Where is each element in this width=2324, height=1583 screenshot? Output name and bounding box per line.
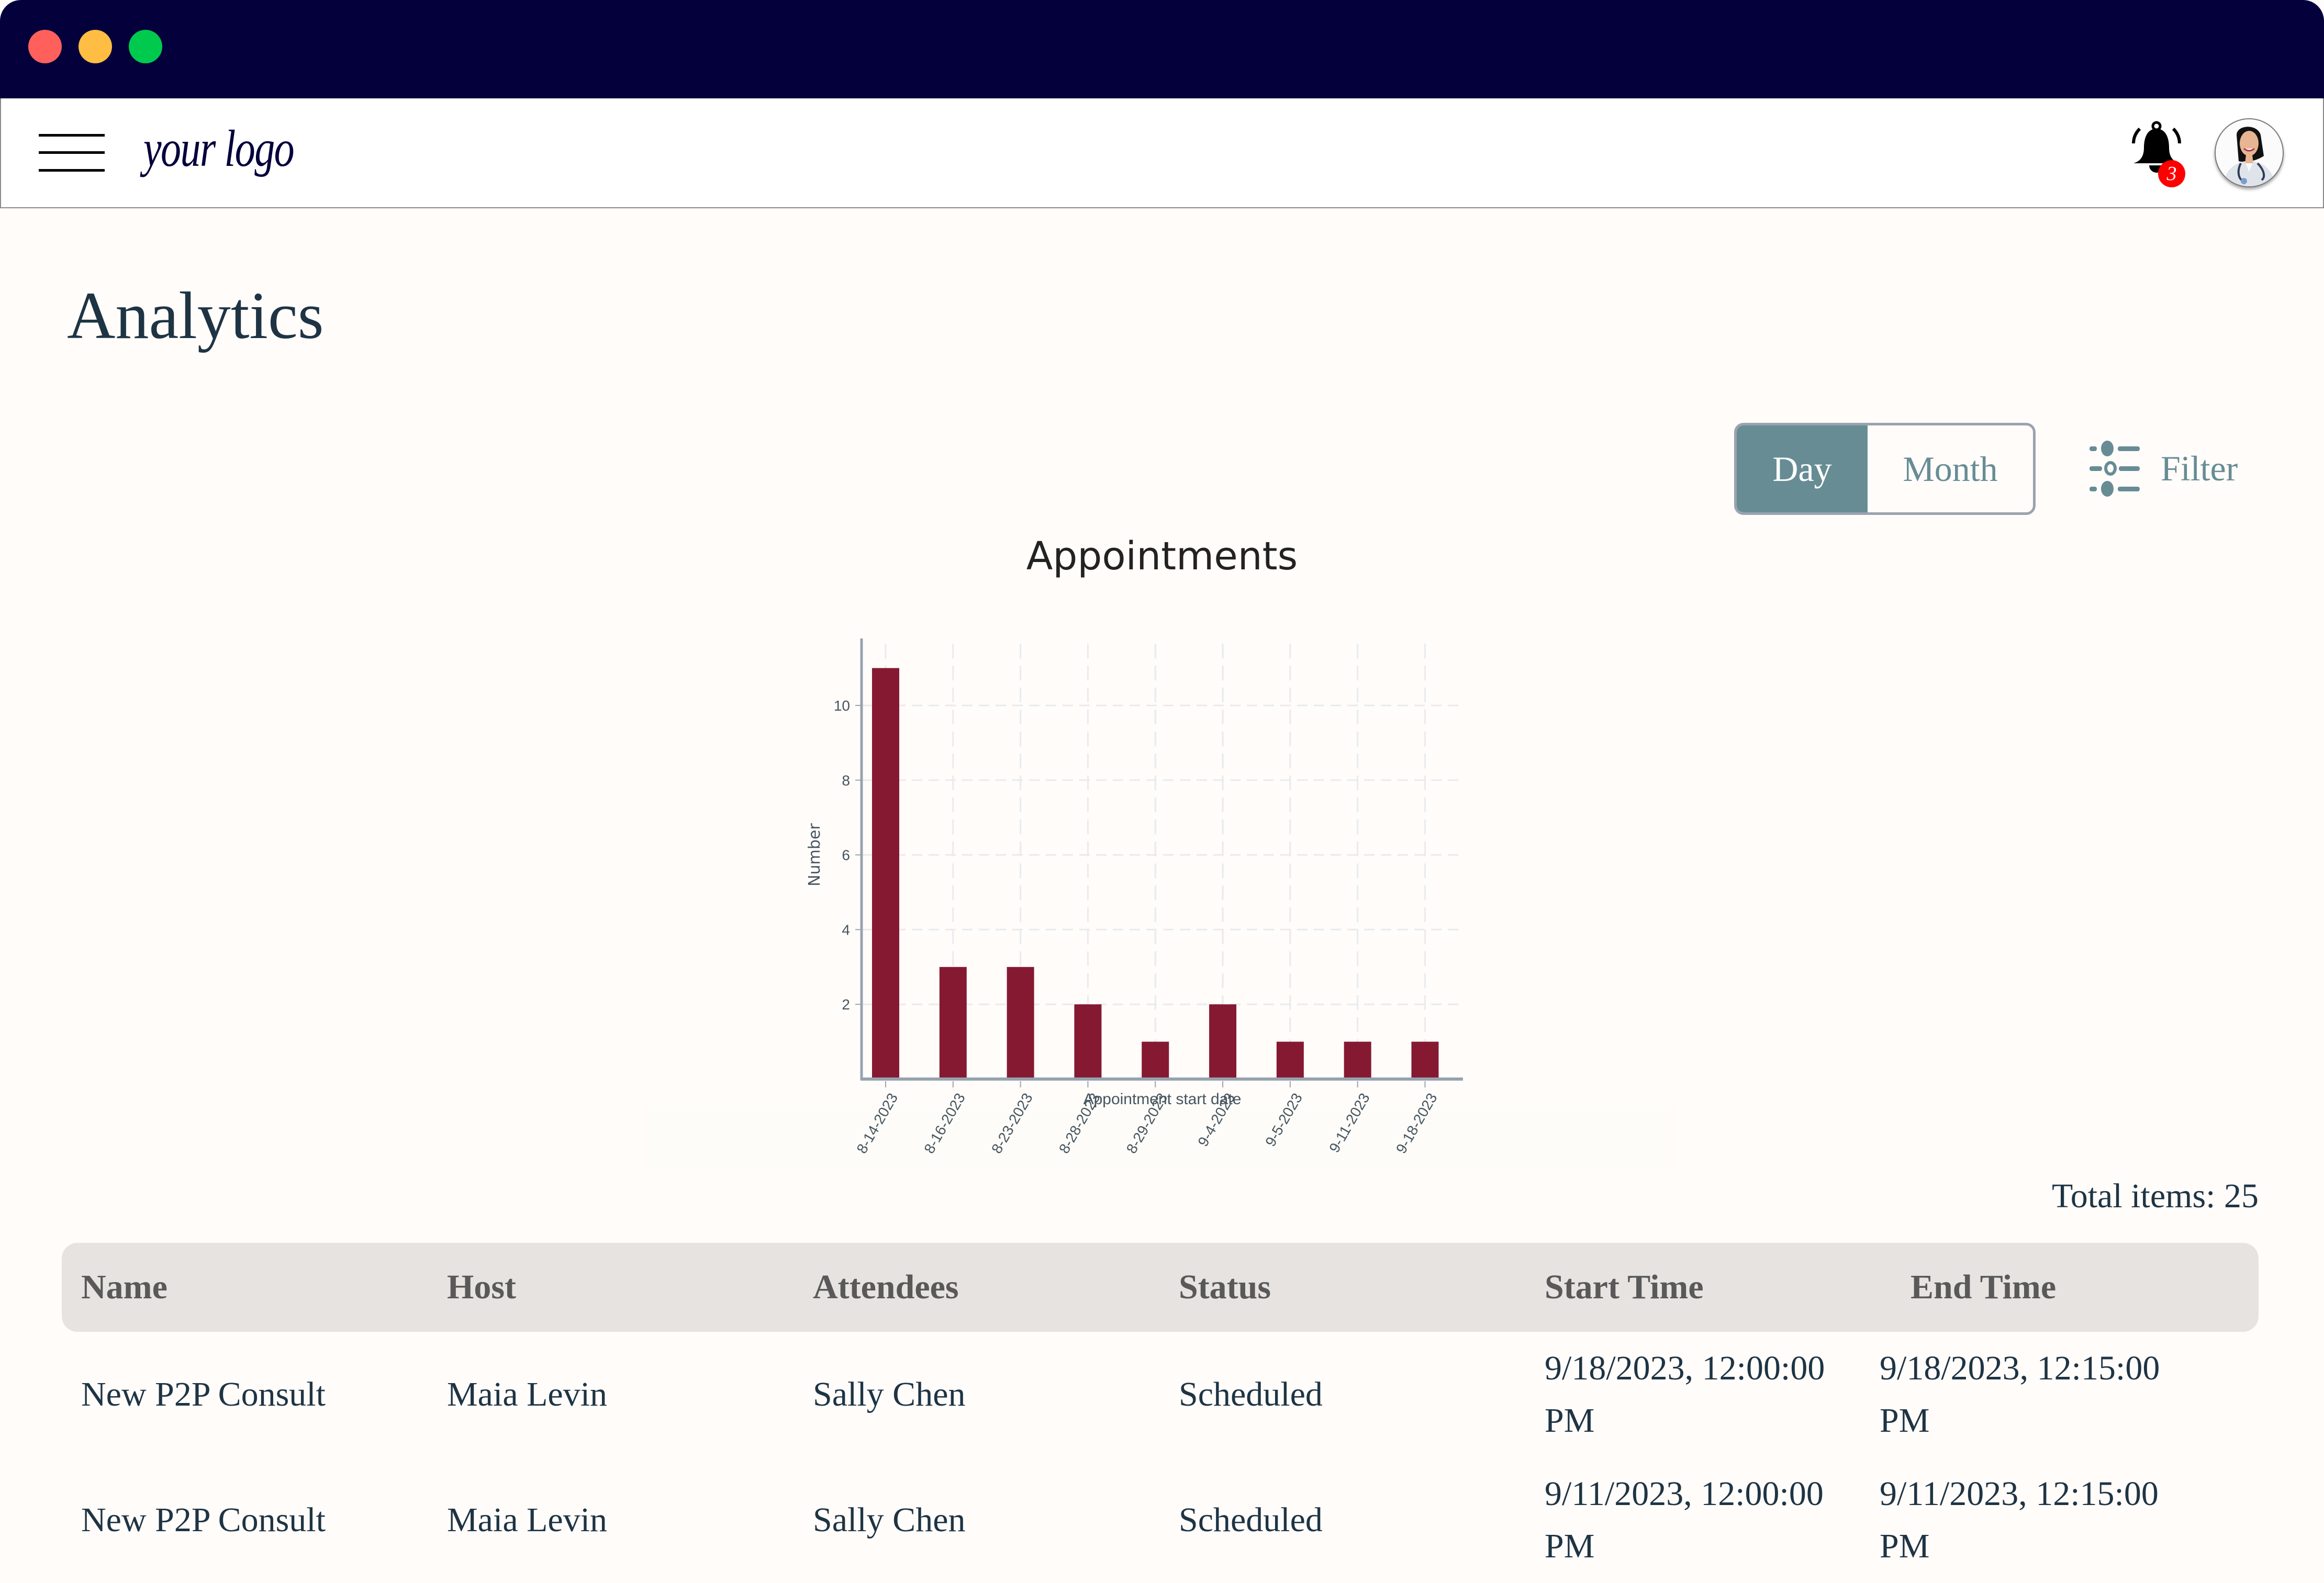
y-tick-label: 2 [842, 996, 850, 1013]
column-header-attendees[interactable]: Attendees [813, 1267, 1179, 1307]
maximize-window-button[interactable] [129, 30, 162, 63]
doctor-avatar-icon [2216, 119, 2283, 186]
appointments-chart: Appointments 2 4 6 8 10 8-14-2023 8-16-2023 8-2… [646, 523, 1678, 1169]
bar-8-14-2023 [872, 668, 899, 1079]
hamburger-line [39, 134, 105, 137]
page-title: Analytics [67, 278, 324, 353]
bar-9-11-2023 [1344, 1041, 1371, 1079]
table-header-row: Name Host Attendees Status Start Time En… [62, 1243, 2259, 1332]
x-tick-label: 9-18-2023 [1393, 1091, 1440, 1157]
app-header: your logo 3 [0, 98, 2324, 208]
bar-8-16-2023 [939, 967, 967, 1079]
day-toggle-button[interactable]: Day [1737, 425, 1868, 512]
x-tick-label: 8-14-2023 [854, 1091, 901, 1157]
hamburger-line [39, 169, 105, 172]
minimize-window-button[interactable] [79, 30, 112, 63]
cell-end-time: 9/18/2023, 12:15:00 PM [1880, 1349, 2160, 1440]
cell-start-time: 9/18/2023, 12:00:00 PM [1545, 1349, 1825, 1440]
filter-button[interactable]: Filter [2088, 440, 2238, 497]
column-header-start-time[interactable]: Start Time [1545, 1267, 1910, 1307]
avatar[interactable] [2215, 118, 2284, 187]
table-row[interactable]: New P2P Consult Maia Levin Sally Chen Sc… [62, 1457, 2259, 1583]
window-titlebar [0, 0, 2324, 98]
bar-9-4-2023 [1209, 1004, 1237, 1079]
column-header-host[interactable]: Host [447, 1267, 813, 1307]
cell-host: Maia Levin [447, 1375, 608, 1413]
bar-8-23-2023 [1007, 967, 1034, 1079]
bar-8-28-2023 [1074, 1004, 1102, 1079]
close-window-button[interactable] [28, 30, 62, 63]
cell-end-time: 9/11/2023, 12:15:00 PM [1880, 1475, 2159, 1565]
column-header-status[interactable]: Status [1179, 1267, 1545, 1307]
notification-count-badge: 3 [2158, 160, 2185, 187]
y-tick-label: 8 [842, 772, 850, 789]
cell-host: Maia Levin [447, 1501, 608, 1539]
hamburger-line [39, 151, 105, 154]
filter-label: Filter [2161, 448, 2238, 488]
cell-name: New P2P Consult [81, 1501, 326, 1539]
month-toggle-button[interactable]: Month [1868, 425, 2033, 512]
bar-9-5-2023 [1276, 1041, 1304, 1079]
total-items-count: Total items: 25 [2051, 1177, 2259, 1215]
x-axis-label: Appointment start date [1083, 1091, 1242, 1108]
hamburger-menu-icon[interactable] [39, 134, 105, 174]
x-tick-label: 8-23-2023 [988, 1091, 1036, 1157]
column-header-name[interactable]: Name [81, 1267, 447, 1307]
x-tick-label: 8-16-2023 [921, 1091, 968, 1157]
table-row[interactable]: New P2P Consult Maia Levin Sally Chen Sc… [62, 1332, 2259, 1457]
y-axis-label: Number [806, 823, 824, 886]
bar-8-29-2023 [1142, 1041, 1169, 1079]
y-tick-label: 10 [834, 698, 850, 714]
sliders-icon [2090, 441, 2140, 497]
cell-start-time: 9/11/2023, 12:00:00 PM [1545, 1475, 1824, 1565]
bar-9-18-2023 [1411, 1041, 1439, 1079]
bar-chart-svg: 2468108-14-2023 8-16-2023 8-23-2023 8-28-20… [806, 638, 1463, 1157]
cell-name: New P2P Consult [81, 1375, 326, 1413]
logo[interactable]: your logo [143, 118, 295, 178]
column-header-end-time[interactable]: End Time [1910, 1267, 2204, 1307]
cell-attendees: Sally Chen [813, 1375, 966, 1413]
y-tick-label: 4 [842, 922, 850, 938]
appointments-table: Name Host Attendees Status Start Time En… [62, 1243, 2259, 1583]
x-tick-label: 9-11-2023 [1326, 1091, 1373, 1155]
day-month-toggle: Day Month [1734, 423, 2036, 515]
cell-status: Scheduled [1179, 1375, 1323, 1413]
x-tick-label: 9-5-2023 [1262, 1091, 1305, 1150]
y-tick-label: 6 [842, 847, 850, 863]
cell-status: Scheduled [1179, 1501, 1323, 1539]
cell-attendees: Sally Chen [813, 1501, 966, 1539]
